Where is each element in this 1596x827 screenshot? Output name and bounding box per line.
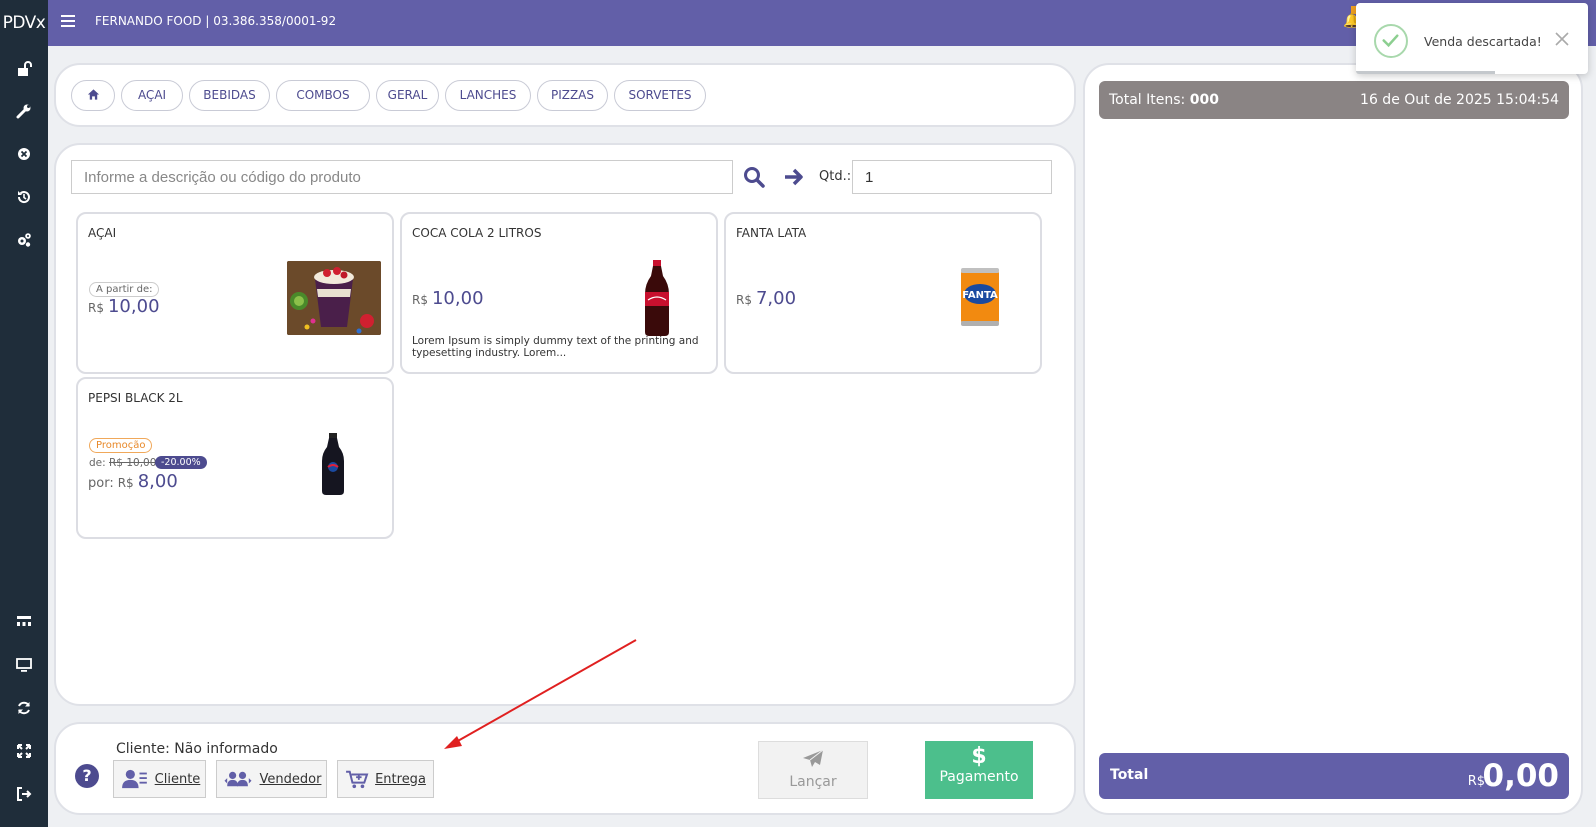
from-price-label: A partir de: (89, 282, 160, 297)
check-icon (1374, 24, 1408, 58)
total-items: Total Itens: 000 (1109, 92, 1219, 108)
category-acai[interactable]: AÇAI (121, 80, 183, 111)
currency-label: R$ (88, 301, 104, 315)
pepsi-bottle-image (320, 433, 346, 495)
datetime: 16 de Out de 2025 15:04:54 (1360, 92, 1559, 108)
product-card-coca-cola[interactable]: COCA COLA 2 LITROS R$ 10,00 Lorem Ipsum i… (400, 212, 718, 374)
product-price: R$ 7,00 (736, 288, 796, 309)
product-search-input[interactable] (71, 160, 733, 194)
sitemap-icon[interactable] (14, 612, 34, 632)
products-panel: Qtd.: AÇAI A partir de: R$10,00 (54, 143, 1076, 706)
product-name: FANTA LATA (736, 226, 807, 240)
cart-plus-icon (346, 770, 369, 789)
category-combos[interactable]: COMBOS (276, 80, 370, 111)
product-price: por: R$ 8,00 (88, 471, 178, 492)
product-name: PEPSI BLACK 2L (88, 391, 183, 405)
client-button[interactable]: Cliente (113, 760, 206, 798)
dollar-icon: $ (971, 744, 987, 769)
users-swap-icon (224, 771, 252, 787)
user-list-icon (121, 769, 147, 789)
category-lanches[interactable]: LANCHES (445, 80, 531, 111)
cancel-circle-icon[interactable] (14, 145, 34, 165)
payment-button[interactable]: $ Pagamento (925, 741, 1033, 799)
total-value: 0,00 (1482, 758, 1560, 794)
payment-button-label: Pagamento (939, 769, 1019, 785)
price-value: 8,00 (137, 471, 178, 492)
currency-label: R$ (117, 476, 134, 490)
fanta-logo-text: FANTA (962, 290, 998, 301)
history-icon[interactable] (14, 188, 34, 208)
paper-plane-icon (803, 749, 824, 767)
category-geral[interactable]: GERAL (376, 80, 439, 111)
quantity-input[interactable] (852, 160, 1052, 194)
quantity-label: Qtd.: (819, 169, 852, 184)
search-icon[interactable] (742, 165, 766, 189)
toast-notification: Venda descartada! (1356, 3, 1588, 74)
total-items-bar: Total Itens: 000 16 de Out de 2025 15:04… (1099, 81, 1569, 119)
category-pizzas[interactable]: PIZZAS (537, 80, 608, 111)
price-value: 7,00 (755, 288, 797, 309)
cart-panel: Total Itens: 000 16 de Out de 2025 15:04… (1083, 63, 1583, 815)
product-card-fanta[interactable]: FANTA LATA R$ 7,00 FANTA (724, 212, 1042, 374)
brand-logo: PDVx (0, 0, 48, 46)
monitor-icon[interactable] (14, 656, 34, 676)
cogs-icon[interactable] (14, 231, 34, 251)
refresh-icon[interactable] (14, 699, 34, 719)
home-icon (87, 89, 99, 100)
close-icon[interactable] (1552, 29, 1572, 49)
currency-label: R$ (736, 293, 752, 307)
category-sorvetes[interactable]: SORVETES (614, 80, 706, 111)
category-panel: AÇAI BEBIDAS COMBOS GERAL LANCHES PIZZAS… (54, 63, 1076, 127)
category-bebidas[interactable]: BEBIDAS (189, 80, 270, 111)
total-bar: Total R$ 0,00 (1099, 753, 1569, 799)
old-price-value: R$ 10,00 (109, 457, 157, 469)
product-price: R$ 10,00 (412, 288, 484, 309)
toast-message: Venda descartada! (1424, 34, 1542, 49)
total-label: Total (1110, 767, 1149, 783)
product-name: AÇAI (88, 226, 117, 240)
fullscreen-icon[interactable] (14, 742, 34, 762)
hamburger-menu-icon[interactable] (61, 15, 75, 29)
old-price: de: R$ 10,00 (89, 457, 156, 469)
delivery-button[interactable]: Entrega (337, 760, 434, 798)
launch-button-label: Lançar (789, 774, 837, 790)
seller-button-label: Vendedor (259, 771, 322, 787)
seller-button[interactable]: Vendedor (216, 760, 327, 798)
promo-badge: Promoção (89, 438, 153, 453)
coca-cola-bottle-image (639, 260, 675, 336)
product-card-acai[interactable]: AÇAI A partir de: R$ 10,00 (76, 212, 394, 374)
client-info: Cliente: Não informado (116, 741, 278, 757)
fanta-can-image: FANTA (958, 266, 1002, 328)
price-value: 10,00 (431, 288, 484, 309)
old-price-prefix: de: (89, 457, 106, 469)
delivery-button-label: Entrega (375, 771, 426, 787)
product-name: COCA COLA 2 LITROS (412, 226, 542, 240)
logout-icon[interactable] (14, 785, 34, 805)
unlock-icon[interactable] (14, 60, 34, 80)
product-price: R$ 10,00 (88, 296, 160, 317)
client-button-label: Cliente (154, 771, 201, 787)
wrench-icon[interactable] (14, 102, 34, 122)
acai-product-image (287, 261, 381, 335)
total-items-value: 000 (1189, 92, 1219, 108)
product-description: Lorem Ipsum is simply dummy text of the … (412, 335, 699, 359)
price-value: 10,00 (107, 296, 160, 317)
launch-button[interactable]: Lançar (758, 741, 868, 799)
currency-label: R$ (412, 293, 428, 307)
help-icon[interactable]: ? (75, 764, 99, 788)
now-prefix: por: (88, 476, 114, 491)
arrow-right-icon[interactable] (782, 165, 806, 189)
company-name: FERNANDO FOOD | 03.386.358/0001-92 (95, 14, 337, 28)
toast-progress-bar (1356, 71, 1496, 74)
total-items-label: Total Itens: (1109, 92, 1186, 108)
discount-badge: -20.00% (155, 456, 207, 469)
home-category-button[interactable] (71, 80, 115, 111)
sidebar (0, 46, 48, 827)
action-panel: Cliente: Não informado ? Cliente Vendedo… (54, 722, 1076, 815)
product-card-pepsi-black[interactable]: PEPSI BLACK 2L Promoção de: R$ 10,00 -20… (76, 377, 394, 539)
